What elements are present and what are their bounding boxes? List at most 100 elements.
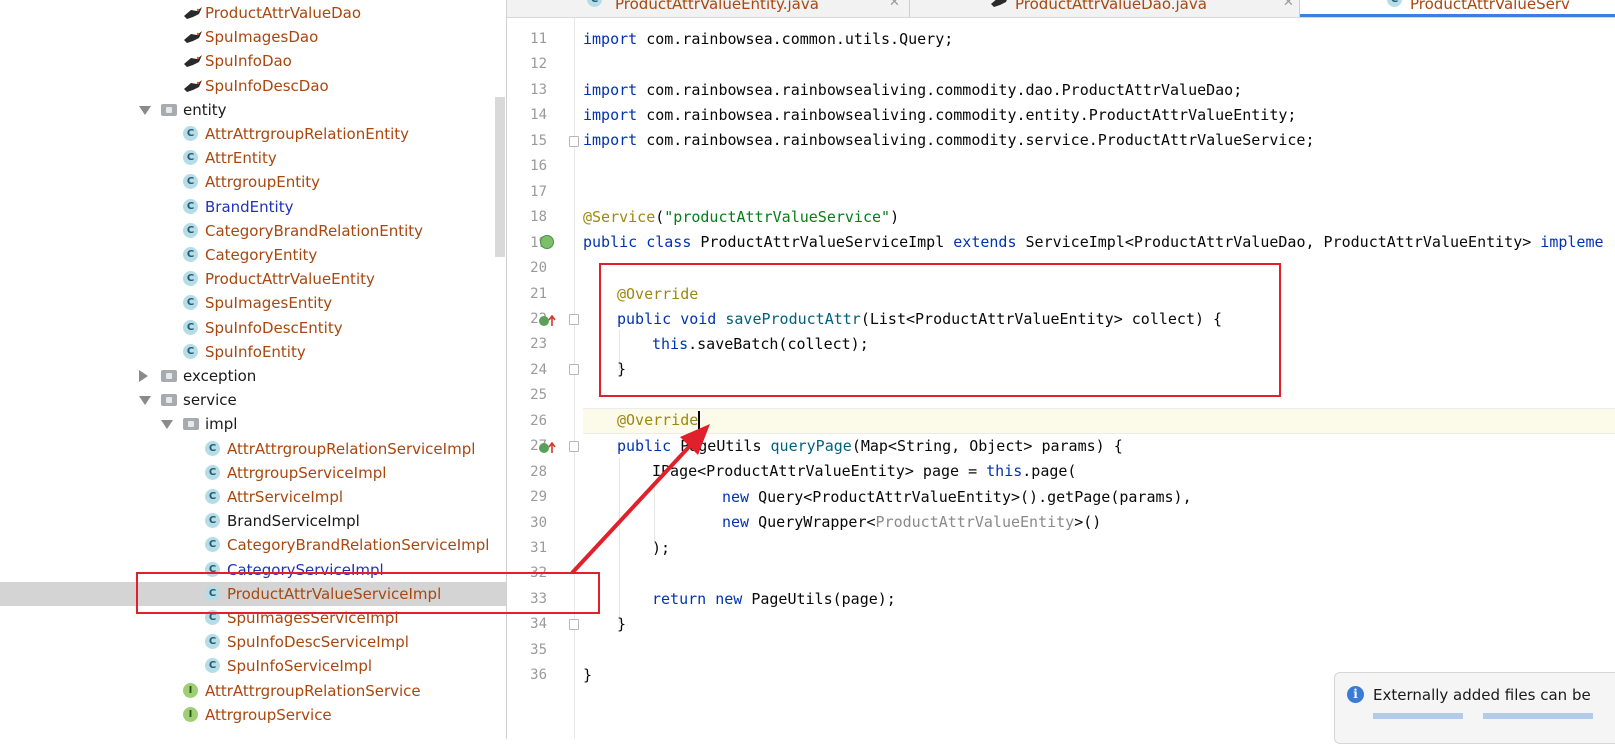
tree-item-categorybrandrelationentity[interactable]: C CategoryBrandRelationEntity — [0, 219, 506, 243]
bird-icon — [183, 52, 203, 70]
code-line-36[interactable]: } — [583, 665, 592, 685]
class-icon: C — [183, 150, 198, 166]
notification-toast[interactable]: i Externally added files can be — [1334, 672, 1615, 744]
chevron-right-icon[interactable] — [139, 370, 148, 382]
tree-item-productattrvaluedao[interactable]: ProductAttrValueDao — [0, 1, 506, 25]
class-icon: C — [1387, 0, 1402, 7]
tab-product-attr-value-entity[interactable]: C ProductAttrValueEntity.java ✕ — [507, 0, 907, 16]
tree-item-spuimagesentity[interactable]: C SpuImagesEntity — [0, 291, 506, 315]
tree-item-spuinfodescserviceimpl[interactable]: C SpuInfoDescServiceImpl — [0, 630, 506, 654]
tree-item-spuinfodescentity[interactable]: C SpuInfoDescEntity — [0, 316, 506, 340]
line-number: 28 — [530, 463, 547, 480]
tree-item-attrattrgrouprelationentity[interactable]: C AttrAttrgroupRelationEntity — [0, 122, 506, 146]
code-token: com.rainbowsea.common.utils.Query; — [637, 30, 954, 48]
line-number: 23 — [530, 336, 547, 353]
tree-item-productattrvalueentity[interactable]: C ProductAttrValueEntity — [0, 267, 506, 291]
code-line-15[interactable]: import com.rainbowsea.rainbowsealiving.c… — [583, 130, 1315, 150]
code-line-13[interactable]: import com.rainbowsea.rainbowsealiving.c… — [583, 80, 1242, 100]
line-number: 35 — [530, 641, 547, 658]
package-icon — [161, 370, 177, 382]
code-token: return — [652, 590, 707, 608]
code-line-33[interactable]: return new PageUtils(page); — [652, 589, 896, 609]
fold-marker[interactable] — [569, 364, 579, 375]
override-gutter-icon[interactable] — [539, 439, 557, 453]
tree-item-attrserviceimpl[interactable]: C AttrServiceImpl — [0, 485, 506, 509]
tree-item-attrattrgrouprelationserviceimpl[interactable]: C AttrAttrgroupRelationServiceImpl — [0, 437, 506, 461]
bird-icon — [183, 4, 203, 22]
code-line-14[interactable]: import com.rainbowsea.rainbowsealiving.c… — [583, 105, 1296, 125]
tree-item-categoryentity[interactable]: C CategoryEntity — [0, 243, 506, 267]
code-token: ProductAttrValueServiceImpl — [691, 233, 954, 251]
line-number: 16 — [530, 158, 547, 175]
tree-item-attrentity[interactable]: C AttrEntity — [0, 146, 506, 170]
tree-item-spuinfoserviceimpl[interactable]: C SpuInfoServiceImpl — [0, 654, 506, 678]
info-icon: i — [1347, 686, 1364, 703]
code-token: import — [583, 131, 638, 149]
line-number: 15 — [530, 132, 547, 149]
code-token: import — [583, 106, 638, 124]
tree-item-attrgroupentity[interactable]: C AttrgroupEntity — [0, 170, 506, 194]
editor-gutter: 11 12 13 14 15 16 17 18 19 20 21 22 23 24 25 26 27 28 29 30… — [507, 18, 587, 739]
tree-item-categorybrandrelationserviceimpl[interactable]: C CategoryBrandRelationServiceImpl — [0, 533, 506, 557]
fold-marker[interactable] — [569, 314, 579, 325]
override-gutter-icon[interactable] — [539, 312, 557, 326]
class-icon: C — [183, 295, 198, 311]
tree-scrollbar[interactable] — [495, 97, 505, 257]
tree-item-label: AttrServiceImpl — [227, 488, 344, 506]
code-token: .page( — [1022, 462, 1077, 480]
tree-item-attrgroupserviceimpl[interactable]: C AttrgroupServiceImpl — [0, 461, 506, 485]
tree-item-impl[interactable]: impl — [0, 412, 506, 436]
line-number: 14 — [530, 107, 547, 124]
tree-item-brandentity[interactable]: C BrandEntity — [0, 195, 506, 219]
line-number: 13 — [530, 81, 547, 98]
tree-item-spuinfodescdao[interactable]: SpuInfoDescDao — [0, 74, 506, 98]
code-token: queryPage — [770, 437, 852, 455]
package-icon — [161, 394, 177, 407]
annotation-arrow — [570, 424, 710, 575]
spring-bean-icon[interactable] — [540, 235, 554, 249]
tree-item-service[interactable]: service — [0, 388, 506, 412]
code-token: (Map<String, Object> params) { — [851, 437, 1123, 455]
fold-marker[interactable] — [569, 136, 579, 147]
tree-item-label: CategoryBrandRelationServiceImpl — [227, 536, 490, 555]
close-icon[interactable]: ✕ — [1283, 0, 1294, 11]
class-icon: C — [205, 537, 220, 553]
code-token: this — [986, 462, 1023, 480]
code-token: new — [715, 590, 743, 608]
class-icon: C — [183, 343, 198, 359]
tree-item-spuinfodao[interactable]: SpuInfoDao — [0, 49, 506, 73]
line-number: 24 — [530, 361, 547, 378]
tree-item-exception[interactable]: exception — [0, 364, 506, 388]
class-icon: C — [183, 174, 198, 190]
chevron-down-icon[interactable] — [161, 420, 173, 430]
notification-action-links[interactable] — [1373, 713, 1613, 719]
tree-item-entity[interactable]: entity — [0, 98, 506, 122]
class-icon: C — [183, 222, 198, 238]
highlight-box-method — [599, 263, 1281, 397]
class-icon: C — [205, 658, 220, 674]
code-line-19[interactable]: public class ProductAttrValueServiceImpl… — [583, 232, 1604, 252]
code-line-30[interactable]: new QueryWrapper<ProductAttrValueEntity>… — [722, 512, 1101, 532]
class-icon: C — [205, 513, 220, 529]
code-line-34[interactable]: } — [617, 614, 626, 634]
tree-item-spuinfoentity[interactable]: C SpuInfoEntity — [0, 340, 506, 364]
tree-item-spuimagesdao[interactable]: SpuImagesDao — [0, 25, 506, 49]
code-line-29[interactable]: new Query<ProductAttrValueEntity>().getP… — [722, 487, 1192, 507]
tree-item-attrgroupservice[interactable]: I AttrgroupService — [0, 703, 506, 727]
close-icon[interactable]: ✕ — [889, 0, 900, 11]
chevron-down-icon[interactable] — [139, 396, 151, 406]
code-line-11[interactable]: import com.rainbowsea.common.utils.Query… — [583, 29, 953, 49]
fold-marker[interactable] — [569, 619, 579, 630]
tab-product-attr-value-dao[interactable]: ProductAttrValueDao.java ✕ — [910, 0, 1300, 16]
tree-item-attrattrgrouprelationservice[interactable]: I AttrAttrgroupRelationService — [0, 679, 506, 703]
code-token: } — [583, 666, 593, 684]
chevron-down-icon[interactable] — [139, 105, 151, 115]
tree-item-label: SpuInfoServiceImpl — [227, 657, 373, 676]
interface-icon: I — [183, 682, 198, 698]
tree-item-label: SpuImagesEntity — [205, 294, 333, 313]
code-line-18[interactable]: @Service("productAttrValueService") — [583, 207, 899, 227]
tree-item-brandserviceimpl[interactable]: C BrandServiceImpl — [0, 509, 506, 533]
class-icon: C — [205, 634, 220, 650]
project-tree: ProductAttrValueDao SpuImagesDao SpuInfoDa… — [0, 0, 506, 739]
